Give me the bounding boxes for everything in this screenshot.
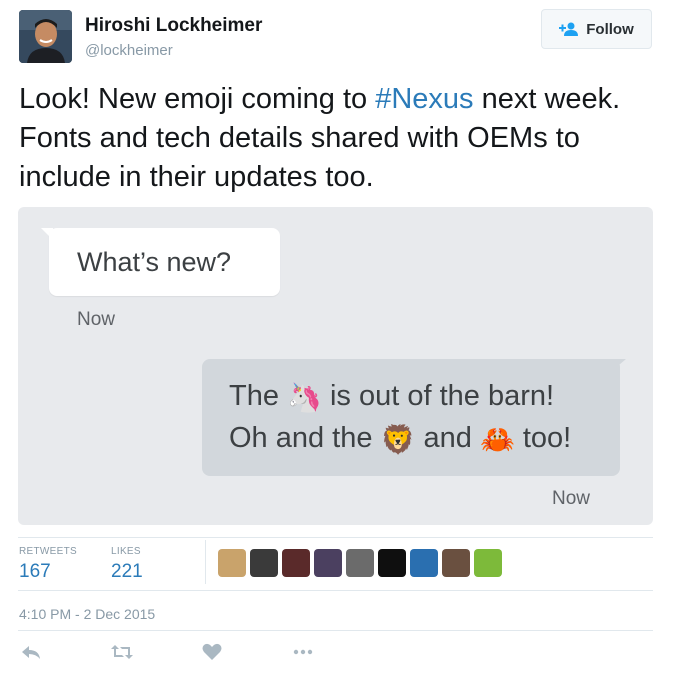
outgoing-text: The <box>229 380 288 412</box>
like-button[interactable] <box>201 643 223 666</box>
liker-avatar[interactable] <box>442 549 470 577</box>
user-handle[interactable]: @lockheimer <box>85 42 173 59</box>
reply-button[interactable] <box>20 643 42 666</box>
add-user-icon <box>559 22 579 36</box>
outgoing-text: and <box>415 422 480 454</box>
actions-divider <box>18 630 653 631</box>
outgoing-bubble-tail <box>612 359 626 371</box>
outgoing-text: too! <box>514 422 572 454</box>
liker-avatar[interactable] <box>218 549 246 577</box>
tweet-text-before: Look! New emoji coming to <box>19 83 376 115</box>
more-icon <box>293 649 313 655</box>
unicorn-icon: 🦄 <box>287 382 322 413</box>
retweet-button[interactable] <box>111 643 133 666</box>
tweet-text: Look! New emoji coming to #Nexus next we… <box>19 80 659 197</box>
lion-icon: 🦁 <box>380 424 416 455</box>
more-button[interactable] <box>292 643 314 666</box>
likes-label[interactable]: LIKES <box>111 546 141 557</box>
stats-divider <box>205 540 206 584</box>
outgoing-line-2: Oh and the 🦁 and 🦀 too! <box>229 418 571 460</box>
outgoing-line-1: The 🦄 is out of the barn! <box>229 376 571 418</box>
liker-avatar[interactable] <box>474 549 502 577</box>
liker-avatars <box>218 549 502 577</box>
incoming-message-time: Now <box>77 309 116 330</box>
outgoing-message-text: The 🦄 is out of the barn! Oh and the 🦁 a… <box>229 376 571 460</box>
liker-avatar[interactable] <box>410 549 438 577</box>
incoming-message-text: What’s new? <box>77 247 232 277</box>
liker-avatar[interactable] <box>282 549 310 577</box>
outgoing-message-time: Now <box>552 488 591 509</box>
retweets-label[interactable]: RETWEETS <box>19 546 77 557</box>
hashtag-link[interactable]: #Nexus <box>375 83 473 115</box>
retweets-count[interactable]: 167 <box>19 561 51 583</box>
retweet-icon <box>111 645 133 659</box>
follow-label: Follow <box>586 20 634 38</box>
outgoing-text: is out of the barn! <box>321 380 555 412</box>
likes-count[interactable]: 221 <box>111 561 143 583</box>
liker-avatar[interactable] <box>346 549 374 577</box>
user-display-name[interactable]: Hiroshi Lockheimer <box>85 15 262 37</box>
outgoing-text: Oh and the <box>229 422 381 454</box>
stats-top-divider <box>18 537 653 538</box>
follow-button[interactable]: Follow <box>541 9 652 49</box>
liker-avatar[interactable] <box>250 549 278 577</box>
avatar[interactable] <box>19 10 72 63</box>
liker-avatar[interactable] <box>378 549 406 577</box>
heart-icon <box>202 643 222 660</box>
crab-icon: 🦀 <box>479 424 515 455</box>
liker-avatar[interactable] <box>314 549 342 577</box>
reply-icon <box>22 646 40 659</box>
stats-bottom-divider <box>18 590 653 591</box>
avatar-image <box>19 10 72 63</box>
tweet-timestamp[interactable]: 4:10 PM - 2 Dec 2015 <box>19 606 155 622</box>
